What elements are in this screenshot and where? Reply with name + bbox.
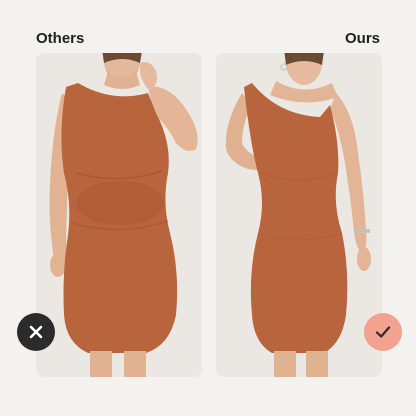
comparison-page: Others Ours [0,0,416,416]
others-photo [36,53,202,377]
check-badge [364,313,402,351]
ours-heading: Ours [344,30,380,47]
x-badge [17,313,55,351]
others-model-illustration [36,53,202,377]
check-icon [375,326,391,338]
others-heading: Others [36,30,85,47]
ours-model-illustration [216,53,382,377]
x-icon [29,325,43,339]
ours-photo [216,53,382,377]
